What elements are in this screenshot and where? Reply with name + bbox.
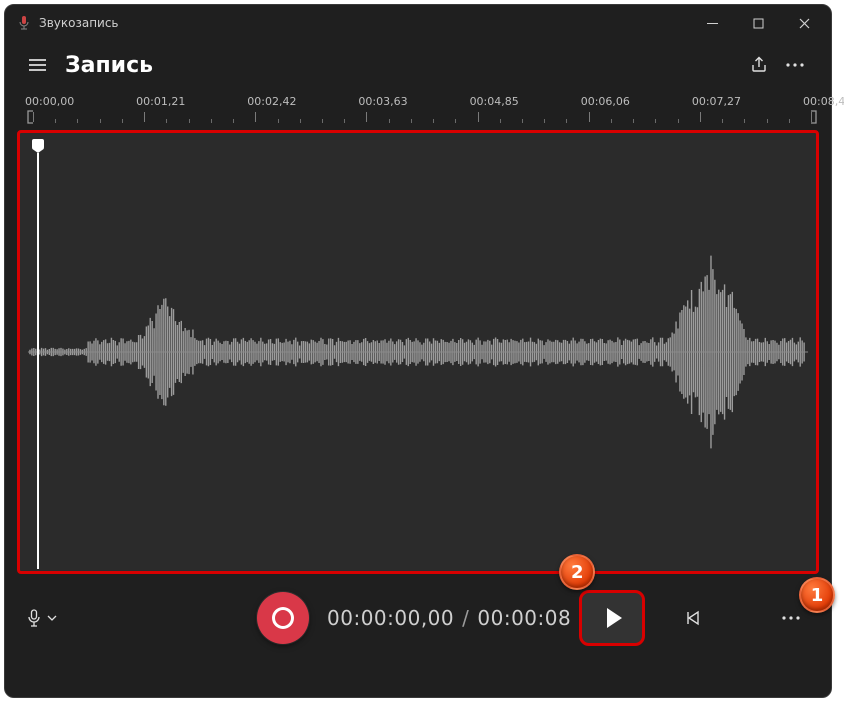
record-icon (272, 607, 294, 629)
header: Запись (5, 41, 831, 89)
more-playback-button[interactable] (773, 600, 809, 636)
timeline-label: 00:02,42 (247, 95, 296, 108)
page-title: Запись (65, 53, 153, 78)
playhead[interactable] (32, 139, 44, 569)
app-icon-microphone (17, 16, 31, 30)
share-button[interactable] (741, 47, 777, 83)
playhead-marker-icon (32, 139, 44, 153)
timeline-label: 00:04,85 (470, 95, 519, 108)
menu-button[interactable] (23, 51, 51, 79)
maximize-button[interactable] (735, 7, 781, 39)
playback-bar: 00:00:00,00 / 00:00:08 2 (5, 574, 831, 662)
skip-back-button[interactable] (673, 598, 713, 638)
timeline-label: 00:01,21 (136, 95, 185, 108)
timeline-ruler[interactable]: 00:00,00 00:01,21 00:02,42 00:03,63 00:04,85… (5, 95, 831, 127)
record-button[interactable] (257, 592, 309, 644)
total-time: 00:00:08 (477, 606, 571, 630)
time-readout: 00:00:00,00 / 00:00:08 (327, 606, 571, 630)
timeline-label: 00:08,48 (803, 95, 844, 108)
app-title: Звукозапись (39, 16, 119, 30)
time-separator: / (462, 606, 469, 630)
timeline-label: 00:00,00 (25, 95, 74, 108)
timeline-label: 00:03,63 (358, 95, 407, 108)
timeline-label: 00:07,27 (692, 95, 741, 108)
titlebar: Звукозапись (5, 5, 831, 41)
play-icon (607, 608, 622, 628)
timeline-label: 00:06,06 (581, 95, 630, 108)
play-button[interactable] (579, 590, 645, 646)
waveform-area[interactable] (17, 130, 819, 574)
app-window: Звукозапись Запись 00:00,00 00:01,21 00:02… (4, 4, 832, 698)
current-time: 00:00:00,00 (327, 606, 454, 630)
microphone-selector[interactable] (27, 609, 57, 627)
minimize-button[interactable] (689, 7, 735, 39)
close-button[interactable] (781, 7, 827, 39)
annotation-badge-2: 2 (559, 554, 595, 590)
more-button[interactable] (777, 47, 813, 83)
chevron-down-icon (47, 615, 57, 621)
waveform (20, 133, 816, 571)
playhead-line (37, 153, 39, 569)
